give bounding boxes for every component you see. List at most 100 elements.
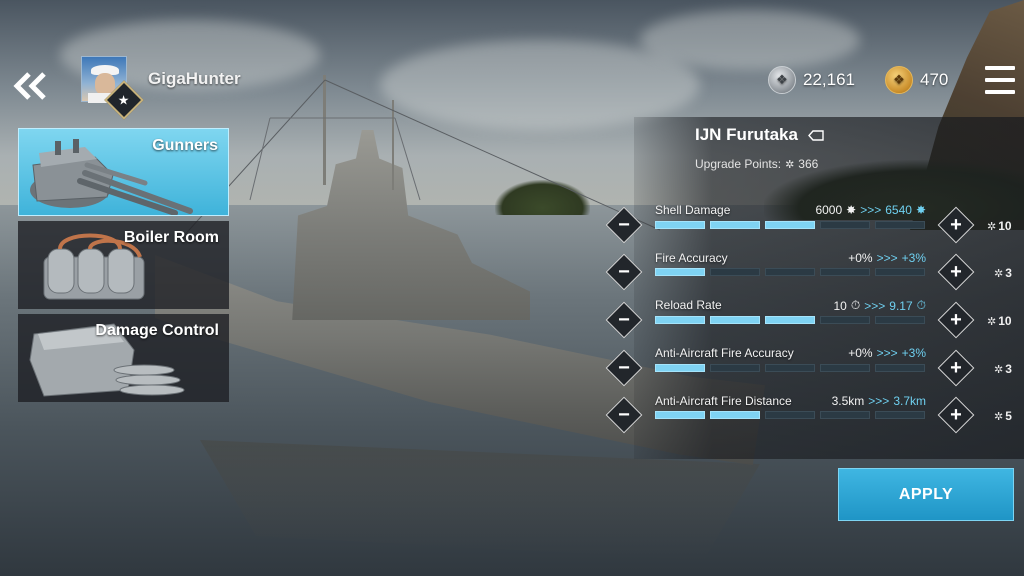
category-label: Damage Control [95, 322, 219, 339]
stat-values: 10 ⏱ >>> 9.17 ⏱ [834, 298, 927, 313]
progress-segment [655, 364, 705, 372]
current-value: +0% [848, 346, 873, 360]
gear-icon: ✲ [987, 220, 997, 233]
progress-segment [765, 316, 815, 324]
menu-button[interactable] [985, 66, 1015, 94]
hamburger-line [985, 78, 1015, 82]
plus-icon: + [950, 309, 962, 331]
progress-bar [655, 411, 925, 419]
ship-name: IJN Furutaka [695, 125, 798, 144]
minus-icon: − [618, 404, 630, 426]
stat-label: Reload Rate [655, 298, 722, 312]
upgrade-points-value: 366 [798, 157, 819, 171]
category-label: Boiler Room [123, 229, 219, 246]
arrow-indicator: >>> [864, 298, 886, 313]
progress-segment [875, 411, 925, 419]
progress-segment [655, 411, 705, 419]
cost-value: 3 [1005, 266, 1012, 280]
progress-bar [655, 268, 925, 276]
progress-segment [875, 221, 925, 229]
gear-icon: ✲ [994, 410, 1004, 423]
back-button[interactable] [8, 66, 52, 106]
category-boiler-room[interactable]: Boiler Room [18, 221, 229, 309]
next-value: +3% [901, 251, 926, 265]
minus-icon: − [618, 261, 630, 283]
progress-segment [875, 268, 925, 276]
cost-value: 10 [998, 314, 1012, 328]
progress-segment [820, 316, 870, 324]
upgrade-cost: ✲ 10 [987, 219, 1012, 233]
progress-segment [820, 364, 870, 372]
star-icon: ★ [118, 92, 130, 108]
damage-icon: ✸ [915, 203, 926, 217]
upgrade-points-label: Upgrade Points: [695, 157, 782, 171]
stat-values: +0% >>> +3% [848, 251, 926, 265]
gear-icon: ✲ [994, 363, 1004, 376]
stat-label: Anti-Aircraft Fire Distance [655, 394, 792, 408]
stat-label: Fire Accuracy [655, 251, 728, 265]
stat-values: 3.5km >>> 3.7km [832, 394, 926, 408]
arrow-indicator: >>> [876, 346, 898, 360]
progress-bar [655, 364, 925, 372]
stat-values: 6000 ✸ >>> 6540 ✸ [815, 203, 926, 217]
progress-segment [765, 364, 815, 372]
damage-icon: ✸ [846, 203, 857, 217]
gear-icon: ✲ [987, 315, 997, 328]
gold-currency: ❖ 470 [885, 65, 948, 95]
upgrade-cost: ✲ 10 [987, 314, 1012, 328]
stat-label: Anti-Aircraft Fire Accuracy [655, 346, 794, 360]
next-value: 9.17 [889, 298, 913, 313]
progress-segment [820, 411, 870, 419]
hamburger-menu-icon [985, 66, 1015, 70]
next-value: +3% [901, 346, 926, 360]
progress-segment [655, 221, 705, 229]
progress-segment [820, 221, 870, 229]
upgrade-cost: ✲ 5 [994, 409, 1012, 423]
progress-segment [875, 316, 925, 324]
upgrade-cost: ✲ 3 [994, 266, 1012, 280]
plus-icon: + [950, 214, 962, 236]
progress-segment [710, 364, 760, 372]
minus-icon: − [618, 214, 630, 236]
stat-values: +0% >>> +3% [848, 346, 926, 360]
minus-icon: − [618, 357, 630, 379]
gear-icon: ✲ [785, 158, 795, 171]
progress-segment [710, 411, 760, 419]
category-damage-control[interactable]: Damage Control [18, 314, 229, 402]
category-gunners[interactable]: Gunners [18, 128, 229, 216]
progress-segment [655, 268, 705, 276]
category-label: Gunners [152, 137, 218, 154]
progress-segment [655, 316, 705, 324]
gold-coin-icon: ❖ [885, 66, 913, 94]
arrow-indicator: >>> [868, 394, 890, 408]
flag-icon [808, 129, 824, 141]
cost-value: 10 [998, 219, 1012, 233]
next-value: 6540 [885, 203, 912, 217]
progress-segment [765, 221, 815, 229]
hamburger-line [985, 90, 1015, 94]
silver-amount: 22,161 [803, 70, 855, 89]
player-name: GigaHunter [148, 69, 241, 88]
plus-icon: + [950, 261, 962, 283]
minus-icon: − [618, 309, 630, 331]
plus-icon: + [950, 404, 962, 426]
current-value: 3.5km [831, 394, 865, 408]
gear-icon: ✲ [994, 267, 1004, 280]
stat-label: Shell Damage [655, 203, 731, 217]
progress-segment [765, 268, 815, 276]
timer-icon: ⏱ [916, 298, 926, 312]
silver-currency: ❖ 22,161 [768, 65, 855, 95]
apply-button[interactable]: APPLY [838, 468, 1014, 521]
cost-value: 3 [1005, 362, 1012, 376]
arrow-indicator: >>> [876, 251, 898, 265]
progress-segment [820, 268, 870, 276]
timer-icon: ⏱ [850, 298, 861, 312]
next-value: 3.7km [893, 394, 926, 408]
silver-coin-icon: ❖ [768, 66, 796, 94]
cost-value: 5 [1005, 409, 1012, 423]
upgrade-cost: ✲ 3 [994, 362, 1012, 376]
progress-segment [765, 411, 815, 419]
double-chevron-left-icon [13, 72, 46, 100]
plus-icon: + [950, 357, 962, 379]
progress-bar [655, 316, 925, 324]
